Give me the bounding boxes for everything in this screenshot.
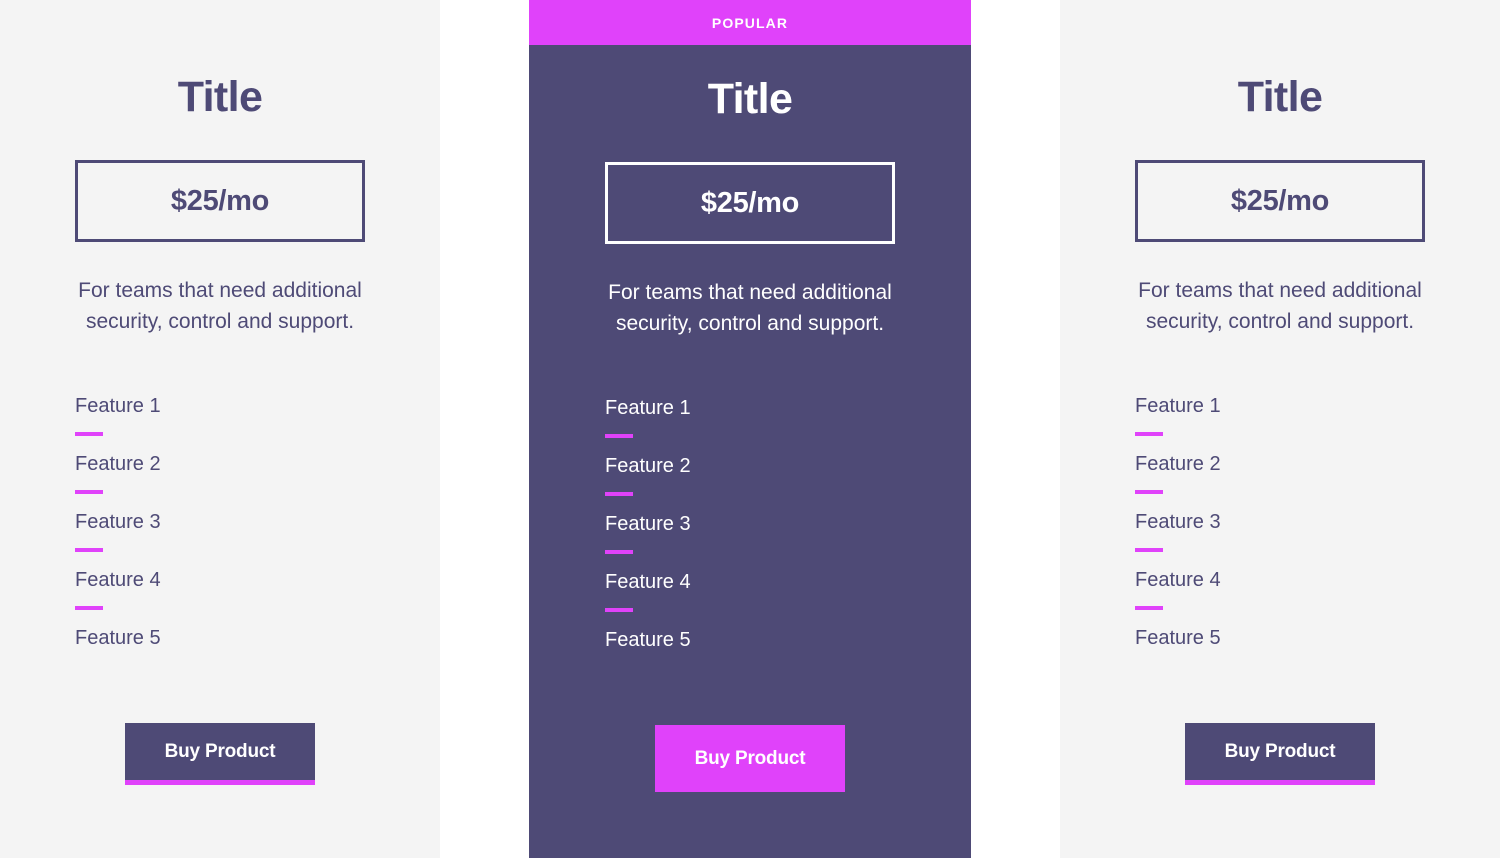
feature-label: Feature 2	[1135, 453, 1221, 475]
list-item: Feature 3	[605, 514, 895, 554]
page-title: Title	[707, 75, 793, 123]
buy-product-button[interactable]: Buy Product	[655, 725, 845, 792]
feature-label: Feature 2	[605, 455, 691, 477]
list-item: Feature 2	[1135, 454, 1425, 494]
status-badge: POPULAR	[529, 0, 971, 45]
list-item: Feature 3	[75, 512, 365, 552]
list-item: Feature 5	[605, 630, 895, 650]
feature-label: Feature 5	[605, 629, 691, 651]
feature-separator-dash	[605, 550, 633, 554]
pricing-card-standard-right: Title $25/mo For teams that need additio…	[1060, 0, 1500, 858]
feature-list: Feature 1 Feature 2 Feature 3 Feature 4 …	[605, 398, 895, 650]
pricing-table: Title $25/mo For teams that need additio…	[0, 0, 1500, 858]
list-item: Feature 4	[605, 572, 895, 612]
feature-separator-dash	[75, 490, 103, 494]
buy-product-button[interactable]: Buy Product	[1185, 723, 1375, 785]
page-title: Title	[1237, 73, 1323, 121]
list-item: Feature 3	[1135, 512, 1425, 552]
feature-separator-dash	[75, 548, 103, 552]
price-box: $25/mo	[75, 160, 365, 242]
feature-label: Feature 1	[1135, 395, 1221, 417]
list-item: Feature 1	[605, 398, 895, 438]
feature-label: Feature 2	[75, 453, 161, 475]
list-item: Feature 1	[75, 396, 365, 436]
feature-separator-dash	[75, 432, 103, 436]
list-item: Feature 4	[1135, 570, 1425, 610]
feature-label: Feature 3	[75, 511, 161, 533]
buy-product-button[interactable]: Buy Product	[125, 723, 315, 785]
plan-description: For teams that need additional security,…	[608, 281, 892, 335]
price-box: $25/mo	[1135, 160, 1425, 242]
pricing-card-featured-center: POPULAR Title $25/mo For teams that need…	[529, 0, 971, 858]
price-value: $25/mo	[700, 186, 800, 219]
feature-separator-dash	[75, 606, 103, 610]
feature-separator-dash	[1135, 432, 1163, 436]
feature-separator-dash	[1135, 606, 1163, 610]
plan-description: For teams that need additional security,…	[78, 279, 362, 333]
feature-list: Feature 1 Feature 2 Feature 3 Feature 4 …	[1135, 396, 1425, 648]
list-item: Feature 5	[75, 628, 365, 648]
list-item: Feature 2	[605, 456, 895, 496]
feature-label: Feature 3	[1135, 511, 1221, 533]
pricing-card-standard-left: Title $25/mo For teams that need additio…	[0, 0, 440, 858]
feature-label: Feature 4	[75, 569, 161, 591]
list-item: Feature 5	[1135, 628, 1425, 648]
feature-label: Feature 4	[605, 571, 691, 593]
list-item: Feature 2	[75, 454, 365, 494]
feature-label: Feature 1	[605, 397, 691, 419]
feature-label: Feature 1	[75, 395, 161, 417]
feature-list: Feature 1 Feature 2 Feature 3 Feature 4 …	[75, 396, 365, 648]
feature-separator-dash	[1135, 490, 1163, 494]
feature-separator-dash	[1135, 548, 1163, 552]
plan-description: For teams that need additional security,…	[1138, 279, 1422, 333]
price-box: $25/mo	[605, 162, 895, 244]
feature-label: Feature 4	[1135, 569, 1221, 591]
price-value: $25/mo	[1230, 184, 1330, 217]
feature-label: Feature 3	[605, 513, 691, 535]
page-title: Title	[177, 73, 263, 121]
feature-separator-dash	[605, 608, 633, 612]
price-value: $25/mo	[170, 184, 270, 217]
feature-label: Feature 5	[1135, 627, 1221, 649]
list-item: Feature 1	[1135, 396, 1425, 436]
feature-separator-dash	[605, 434, 633, 438]
list-item: Feature 4	[75, 570, 365, 610]
feature-separator-dash	[605, 492, 633, 496]
feature-label: Feature 5	[75, 627, 161, 649]
